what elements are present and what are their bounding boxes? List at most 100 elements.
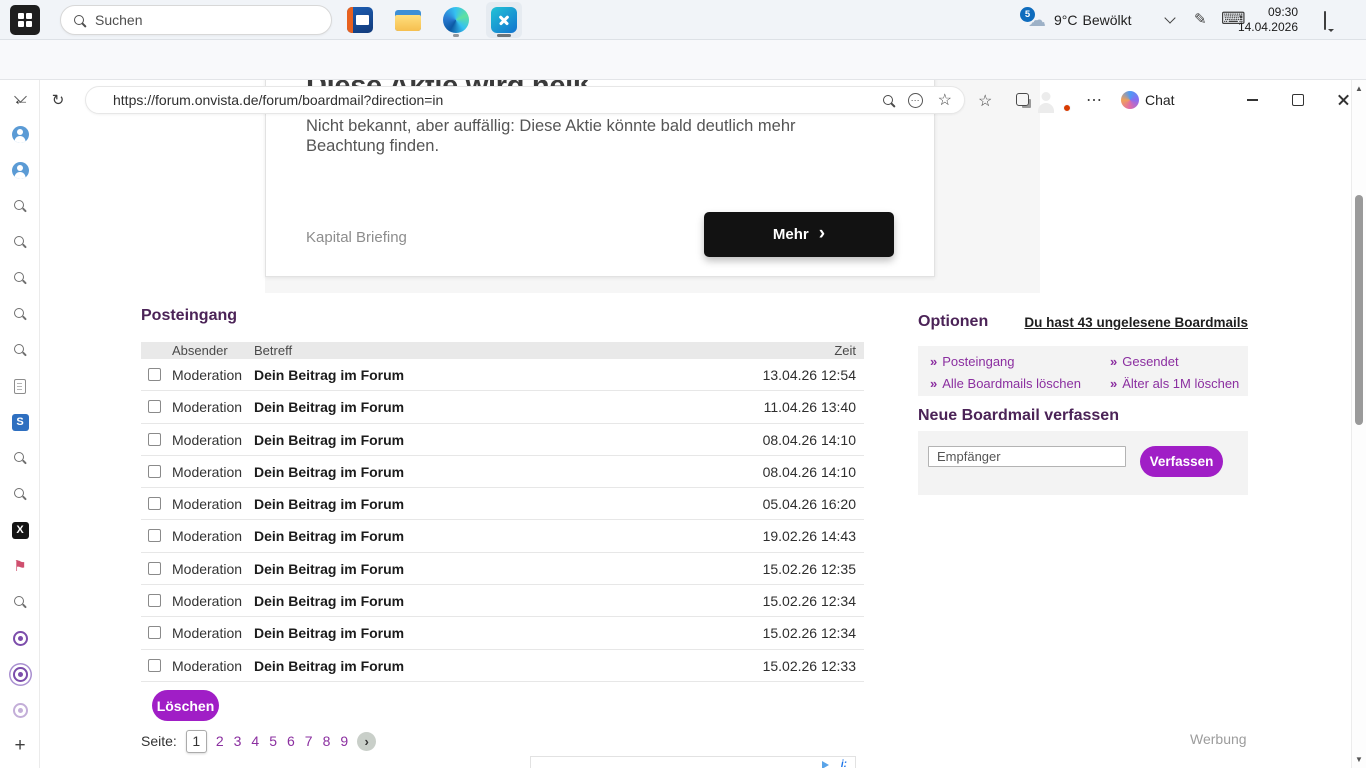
boardmail-row[interactable]: Moderation Dein Beitrag im Forum 15.02.2… <box>141 650 864 682</box>
window-close-button[interactable] <box>1328 86 1360 114</box>
boardmail-row[interactable]: Moderation Dein Beitrag im Forum 13.04.2… <box>141 359 864 391</box>
row-checkbox[interactable] <box>148 368 161 381</box>
back-button[interactable] <box>8 88 34 112</box>
tab-avatar-1[interactable] <box>0 116 40 152</box>
compose-submit-button[interactable]: Verfassen <box>1140 446 1223 477</box>
row-checkbox[interactable] <box>148 433 161 446</box>
taskbar-clock[interactable]: 09:30 14.04.2026 <box>1236 5 1298 35</box>
tab-search-5[interactable] <box>0 332 40 368</box>
row-subject-link[interactable]: Dein Beitrag im Forum <box>254 432 404 448</box>
row-subject-link[interactable]: Dein Beitrag im Forum <box>254 593 404 609</box>
zoom-icon[interactable] <box>883 95 893 105</box>
boardmail-row[interactable]: Moderation Dein Beitrag im Forum 15.02.2… <box>141 585 864 617</box>
weather-widget[interactable]: 5 9°C Bewölkt <box>1028 0 1132 40</box>
page-options-icon[interactable] <box>908 93 923 108</box>
scroll-down-arrow[interactable] <box>1352 755 1366 764</box>
werbung-label: Werbung <box>1190 731 1247 747</box>
taskbar-app-active[interactable] <box>486 2 522 38</box>
row-checkbox[interactable] <box>148 562 161 575</box>
tray-chevron-icon[interactable] <box>1164 12 1175 23</box>
window-maximize-button[interactable] <box>1282 86 1314 114</box>
tab-document[interactable] <box>0 368 40 404</box>
tab-onvista-active[interactable] <box>0 656 40 692</box>
option-link[interactable]: Posteingang <box>930 354 1110 369</box>
next-page-button[interactable] <box>357 732 376 751</box>
row-subject-link[interactable]: Dein Beitrag im Forum <box>254 367 404 383</box>
row-checkbox[interactable] <box>148 594 161 607</box>
unread-boardmails-link[interactable]: Du hast 43 ungelesene Boardmails <box>1024 315 1248 330</box>
page-scrollbar[interactable] <box>1351 80 1366 768</box>
recipient-input[interactable] <box>928 446 1126 467</box>
row-checkbox[interactable] <box>148 497 161 510</box>
taskbar-search[interactable]: Suchen <box>60 5 332 35</box>
row-subject-link[interactable]: Dein Beitrag im Forum <box>254 658 404 674</box>
tab-onvista-2[interactable] <box>0 692 40 728</box>
favorites-icon[interactable] <box>978 91 992 111</box>
page-number-link[interactable]: 6 <box>287 733 295 749</box>
tab-search-6[interactable] <box>0 440 40 476</box>
page-number-link[interactable]: 4 <box>251 733 259 749</box>
option-link[interactable]: Älter als 1M löschen <box>1110 376 1248 391</box>
boardmail-row[interactable]: Moderation Dein Beitrag im Forum 15.02.2… <box>141 553 864 585</box>
url-text[interactable]: https://forum.onvista.de/forum/boardmail… <box>113 92 868 108</box>
tab-search-8[interactable] <box>0 584 40 620</box>
adchoices-info-icon[interactable] <box>841 759 847 768</box>
page-number-link[interactable]: 2 <box>216 733 224 749</box>
row-checkbox[interactable] <box>148 465 161 478</box>
pen-icon[interactable] <box>1194 10 1207 29</box>
bookmark-star-icon[interactable] <box>938 90 952 110</box>
collections-icon[interactable] <box>1016 93 1029 106</box>
tab-onvista-1[interactable] <box>0 620 40 656</box>
boardmail-row[interactable]: Moderation Dein Beitrag im Forum 08.04.2… <box>141 456 864 488</box>
tab-search-3[interactable] <box>0 260 40 296</box>
boardmail-row[interactable]: Moderation Dein Beitrag im Forum 19.02.2… <box>141 520 864 552</box>
reload-button[interactable] <box>45 88 71 112</box>
weather-text: 9°C Bewölkt <box>1054 12 1132 28</box>
row-subject-link[interactable]: Dein Beitrag im Forum <box>254 399 404 415</box>
page-number-link[interactable]: 9 <box>340 733 348 749</box>
delete-button[interactable]: Löschen <box>152 690 219 721</box>
row-checkbox[interactable] <box>148 659 161 672</box>
tab-search-4[interactable] <box>0 296 40 332</box>
tab-x-site[interactable] <box>0 512 40 548</box>
tab-avatar-2[interactable] <box>0 152 40 188</box>
tab-s-site[interactable] <box>0 404 40 440</box>
window-minimize-button[interactable] <box>1236 86 1268 114</box>
row-checkbox[interactable] <box>148 400 161 413</box>
boardmail-row[interactable]: Moderation Dein Beitrag im Forum 11.04.2… <box>141 391 864 423</box>
tab-search-7[interactable] <box>0 476 40 512</box>
page-content: Diese Aktie wird heiß Nicht bekannt, abe… <box>40 80 1351 768</box>
taskbar-app-explorer[interactable] <box>390 2 426 38</box>
option-link[interactable]: Gesendet <box>1110 354 1248 369</box>
tab-search-1[interactable] <box>0 188 40 224</box>
row-subject-link[interactable]: Dein Beitrag im Forum <box>254 496 404 512</box>
address-bar[interactable]: https://forum.onvista.de/forum/boardmail… <box>85 86 965 114</box>
avatar-icon <box>12 162 29 179</box>
row-subject-link[interactable]: Dein Beitrag im Forum <box>254 625 404 641</box>
page-number-link[interactable]: 5 <box>269 733 277 749</box>
option-link[interactable]: Alle Boardmails löschen <box>930 376 1110 391</box>
page-number-link[interactable]: 3 <box>234 733 242 749</box>
taskbar-app-edge[interactable] <box>438 2 474 38</box>
start-button[interactable] <box>10 5 40 35</box>
ad-more-button[interactable]: Mehr <box>704 212 894 257</box>
row-subject-link[interactable]: Dein Beitrag im Forum <box>254 464 404 480</box>
notifications-icon[interactable] <box>1324 11 1326 30</box>
row-subject-link[interactable]: Dein Beitrag im Forum <box>254 528 404 544</box>
row-checkbox[interactable] <box>148 529 161 542</box>
boardmail-row[interactable]: Moderation Dein Beitrag im Forum 08.04.2… <box>141 424 864 456</box>
row-checkbox[interactable] <box>148 626 161 639</box>
boardmail-row[interactable]: Moderation Dein Beitrag im Forum 15.02.2… <box>141 617 864 649</box>
row-subject-link[interactable]: Dein Beitrag im Forum <box>254 561 404 577</box>
browser-menu-icon[interactable] <box>1086 90 1103 110</box>
boardmail-row[interactable]: Moderation Dein Beitrag im Forum 05.04.2… <box>141 488 864 520</box>
scrollbar-thumb[interactable] <box>1355 195 1363 425</box>
page-number-link[interactable]: 7 <box>305 733 313 749</box>
copilot-chat-button[interactable]: Chat <box>1113 86 1183 114</box>
taskbar-app-outlook[interactable] <box>342 2 378 38</box>
new-tab-button[interactable] <box>0 732 40 760</box>
tab-flag-site[interactable] <box>0 548 40 584</box>
adchoices-triangle-icon[interactable] <box>822 761 829 768</box>
page-number-link[interactable]: 8 <box>323 733 331 749</box>
tab-search-2[interactable] <box>0 224 40 260</box>
